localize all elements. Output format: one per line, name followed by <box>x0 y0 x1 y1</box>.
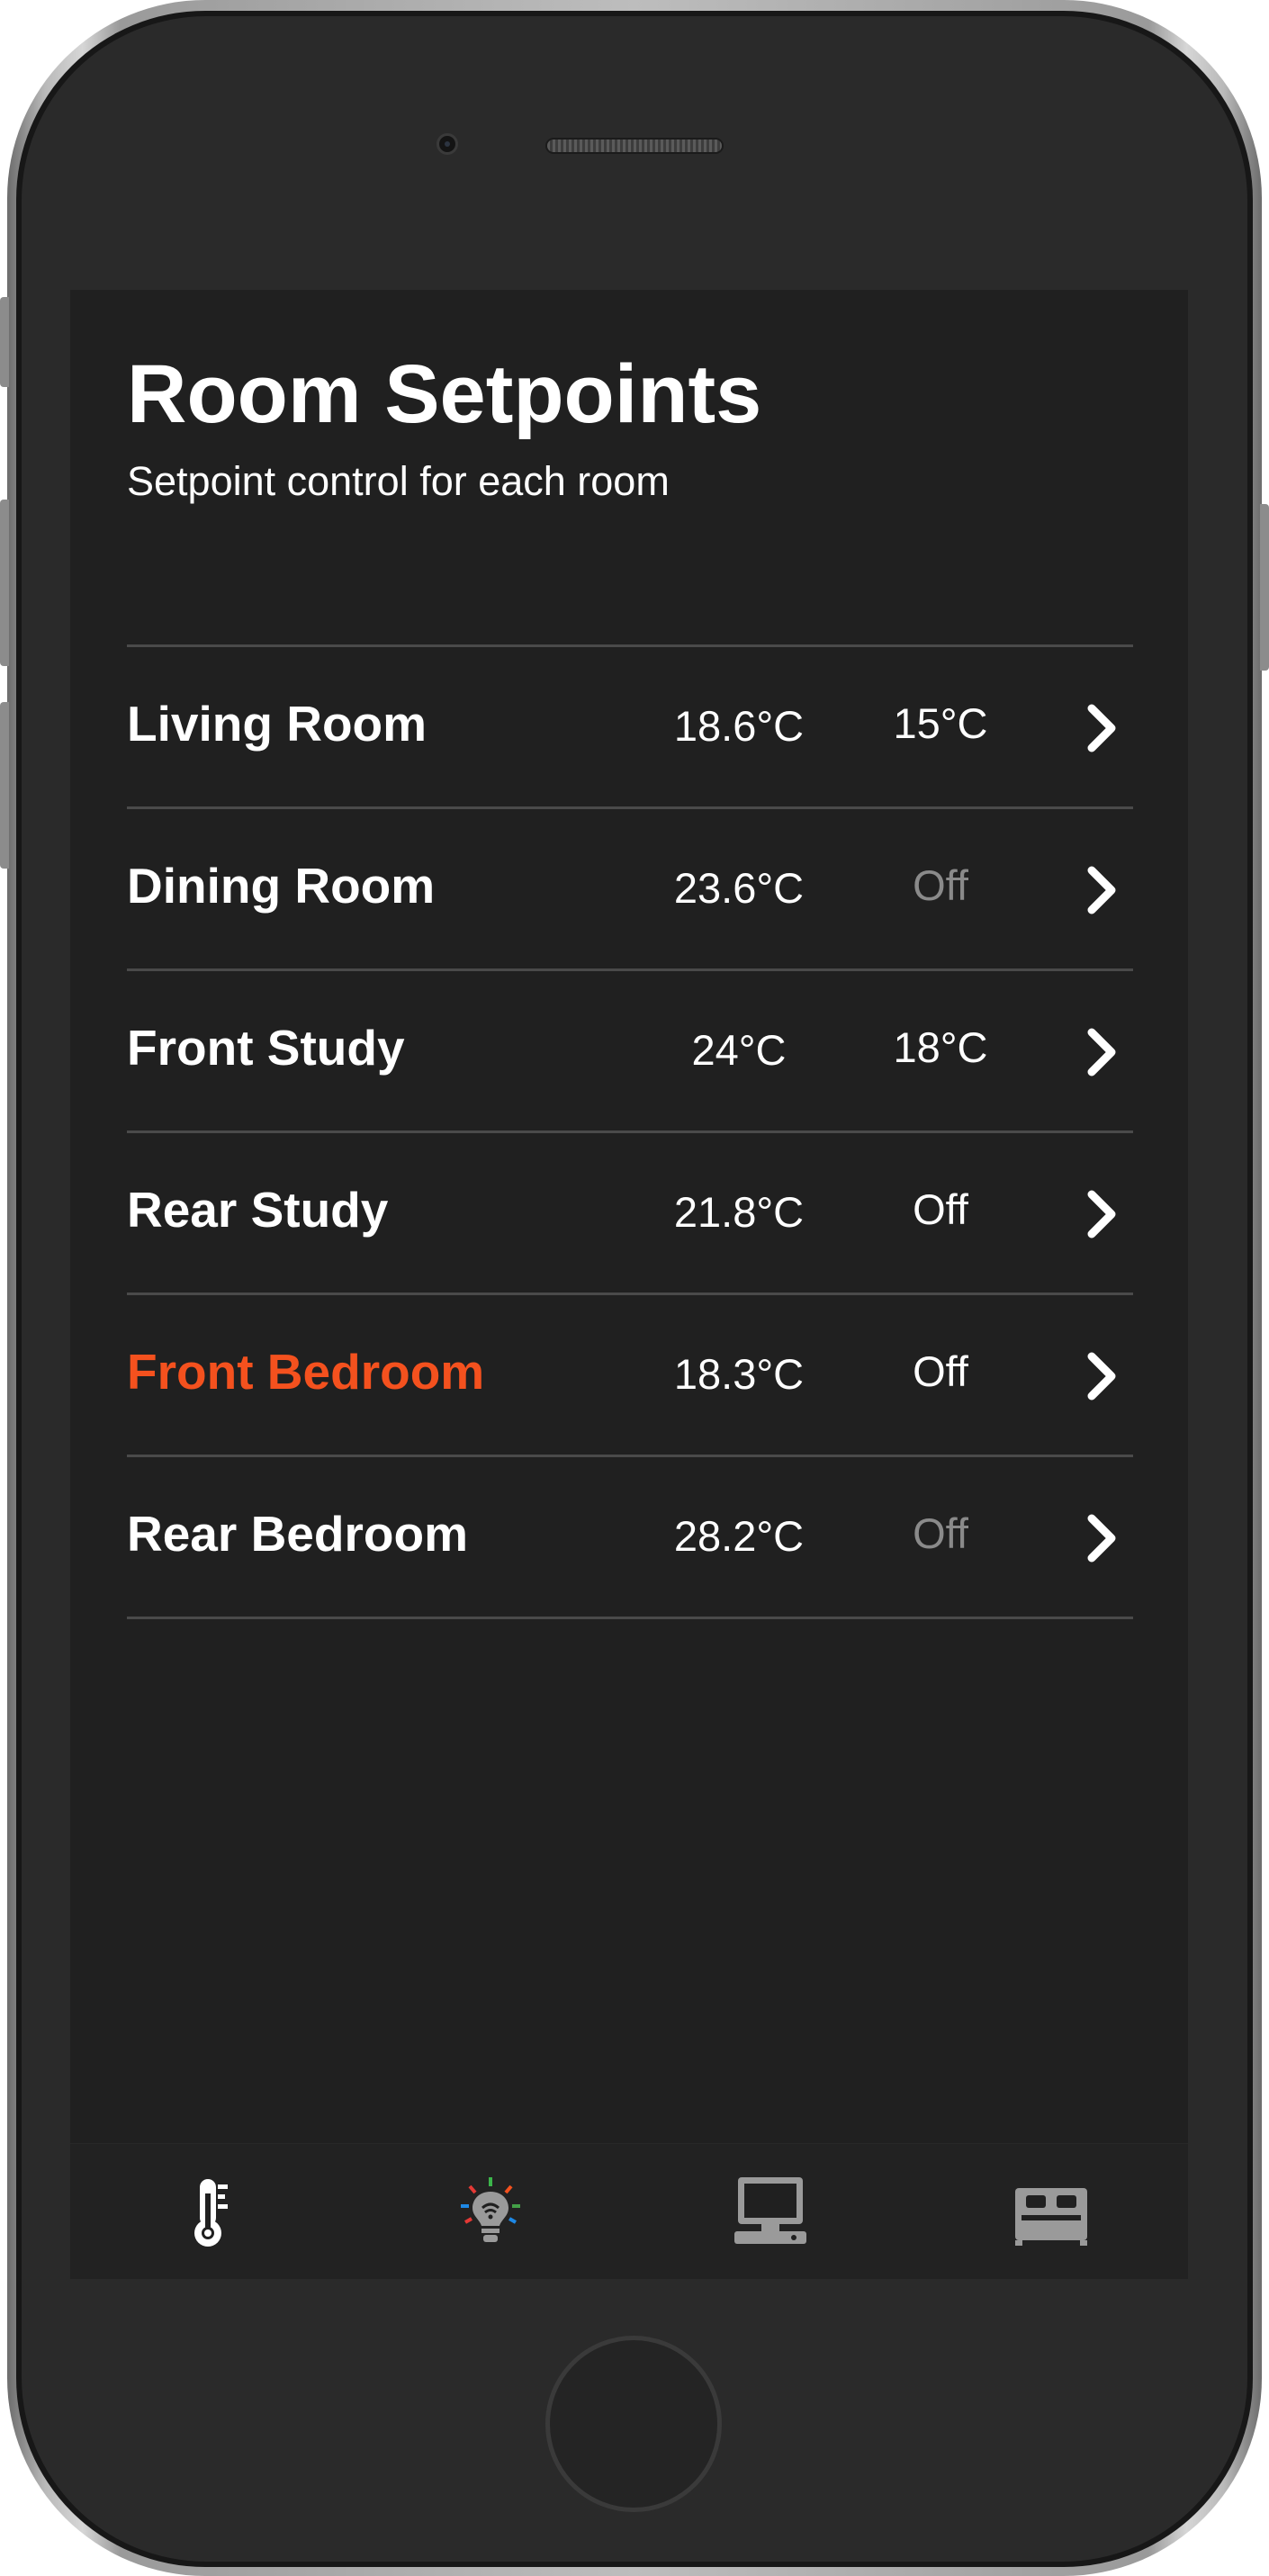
room-row-front-bedroom[interactable]: Front Bedroom 18.3°C Off <box>127 1295 1133 1457</box>
room-row-rear-study[interactable]: Rear Study 21.8°C Off <box>127 1133 1133 1295</box>
room-setpoint: Off <box>913 1185 968 1233</box>
room-list: Living Room 18.6°C 15°C Dining Room 23.6… <box>127 644 1133 1619</box>
room-row-living-room[interactable]: Living Room 18.6°C 15°C <box>127 647 1133 809</box>
chevron-right-icon <box>1087 1514 1116 1563</box>
room-name: Rear Bedroom <box>127 1506 468 1562</box>
power-button <box>1260 504 1269 671</box>
room-temperature: 21.8°C <box>673 1188 805 1236</box>
room-temperature: 24°C <box>691 1026 787 1074</box>
room-temperature: 23.6°C <box>673 864 805 912</box>
tab-bar <box>70 2143 1188 2279</box>
room-setpoint: Off <box>913 1347 968 1395</box>
room-setpoint: 18°C <box>893 1023 988 1071</box>
mute-switch <box>0 297 9 387</box>
room-name: Dining Room <box>127 858 436 914</box>
chevron-right-icon <box>1087 1028 1116 1076</box>
room-name: Rear Study <box>127 1182 389 1238</box>
chevron-right-icon <box>1087 866 1116 914</box>
room-setpoint: 15°C <box>893 699 988 747</box>
front-camera <box>436 133 458 155</box>
chevron-right-icon <box>1087 1190 1116 1238</box>
page-title: Room Setpoints <box>127 348 762 440</box>
tab-devices[interactable] <box>725 2166 815 2256</box>
room-setpoint: Off <box>913 1509 968 1557</box>
room-name: Front Bedroom <box>127 1344 485 1400</box>
room-row-front-study[interactable]: Front Study 24°C 18°C <box>127 971 1133 1133</box>
smart-bulb-icon <box>461 2177 520 2242</box>
room-row-dining-room[interactable]: Dining Room 23.6°C Off <box>127 809 1133 971</box>
room-temperature: 18.3°C <box>673 1350 805 1398</box>
room-name: Front Study <box>127 1020 405 1076</box>
bed-icon <box>1015 2188 1087 2246</box>
app-screen: Room Setpoints Setpoint control for each… <box>70 290 1188 2279</box>
tab-heating[interactable] <box>165 2166 255 2256</box>
volume-down-button <box>0 702 9 869</box>
tab-lighting[interactable] <box>446 2166 536 2256</box>
page-subtitle: Setpoint control for each room <box>127 458 670 504</box>
volume-up-button <box>0 500 9 666</box>
room-row-rear-bedroom[interactable]: Rear Bedroom 28.2°C Off <box>127 1457 1133 1619</box>
home-button[interactable] <box>545 2336 722 2512</box>
room-temperature: 18.6°C <box>673 702 805 750</box>
earpiece-speaker <box>545 138 724 154</box>
chevron-right-icon <box>1087 1352 1116 1401</box>
room-setpoint: Off <box>913 861 968 909</box>
room-name: Living Room <box>127 696 428 752</box>
computer-icon <box>734 2177 806 2244</box>
tab-bedroom[interactable] <box>1006 2166 1096 2256</box>
thermometer-icon <box>194 2179 228 2247</box>
room-temperature: 28.2°C <box>673 1512 805 1560</box>
chevron-right-icon <box>1087 704 1116 752</box>
